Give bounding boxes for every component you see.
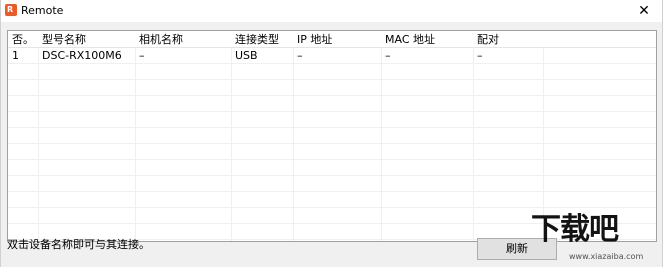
table-row-empty[interactable] [8,128,656,144]
table-header-row: 否。 型号名称 相机名称 连接类型 IP 地址 MAC 地址 配对 [8,31,656,48]
cell-model-name: DSC-RX100M6 [42,49,122,62]
cell-mac-address: – [385,49,391,62]
cell-ip-address: – [297,49,303,62]
cell-pairing: – [477,49,483,62]
column-header-mac-address[interactable]: MAC 地址 [381,31,473,48]
status-hint: 双击设备名称即可与其连接。 [7,238,150,251]
window-title: Remote [21,4,64,17]
table-row-empty[interactable] [8,80,656,96]
watermark-logo: 下载吧 www.xiazaiba.com [531,208,663,267]
table-row[interactable]: 1 DSC-RX100M6 – USB – – – [8,48,656,64]
watermark-text: 下载吧 [531,212,619,247]
table-row-empty[interactable] [8,64,656,80]
column-header-number[interactable]: 否。 [8,31,38,48]
close-icon: ✕ [638,3,650,19]
table-row-empty[interactable] [8,112,656,128]
title-bar[interactable]: R Remote ✕ [1,0,662,22]
table-row-empty[interactable] [8,96,656,112]
column-header-pairing[interactable]: 配对 [473,31,543,48]
remote-app-icon: R [5,4,17,16]
watermark-url: www.xiazaiba.com [569,252,644,261]
cell-connection-type: USB [235,49,258,62]
table-row-empty[interactable] [8,144,656,160]
column-header-camera-name[interactable]: 相机名称 [135,31,231,48]
table-row-empty[interactable] [8,192,656,208]
remote-window: R Remote ✕ 否。 型号名称 相机名称 连接类型 IP 地址 MAC 地… [0,0,663,267]
cell-camera-name: – [139,49,145,62]
column-header-ip-address[interactable]: IP 地址 [293,31,381,48]
table-row-empty[interactable] [8,176,656,192]
column-header-connection-type[interactable]: 连接类型 [231,31,293,48]
table-row-empty[interactable] [8,160,656,176]
app-icon-letter: R [7,5,14,14]
cell-number: 1 [12,49,19,62]
column-header-model-name[interactable]: 型号名称 [38,31,135,48]
close-button[interactable]: ✕ [626,0,662,22]
